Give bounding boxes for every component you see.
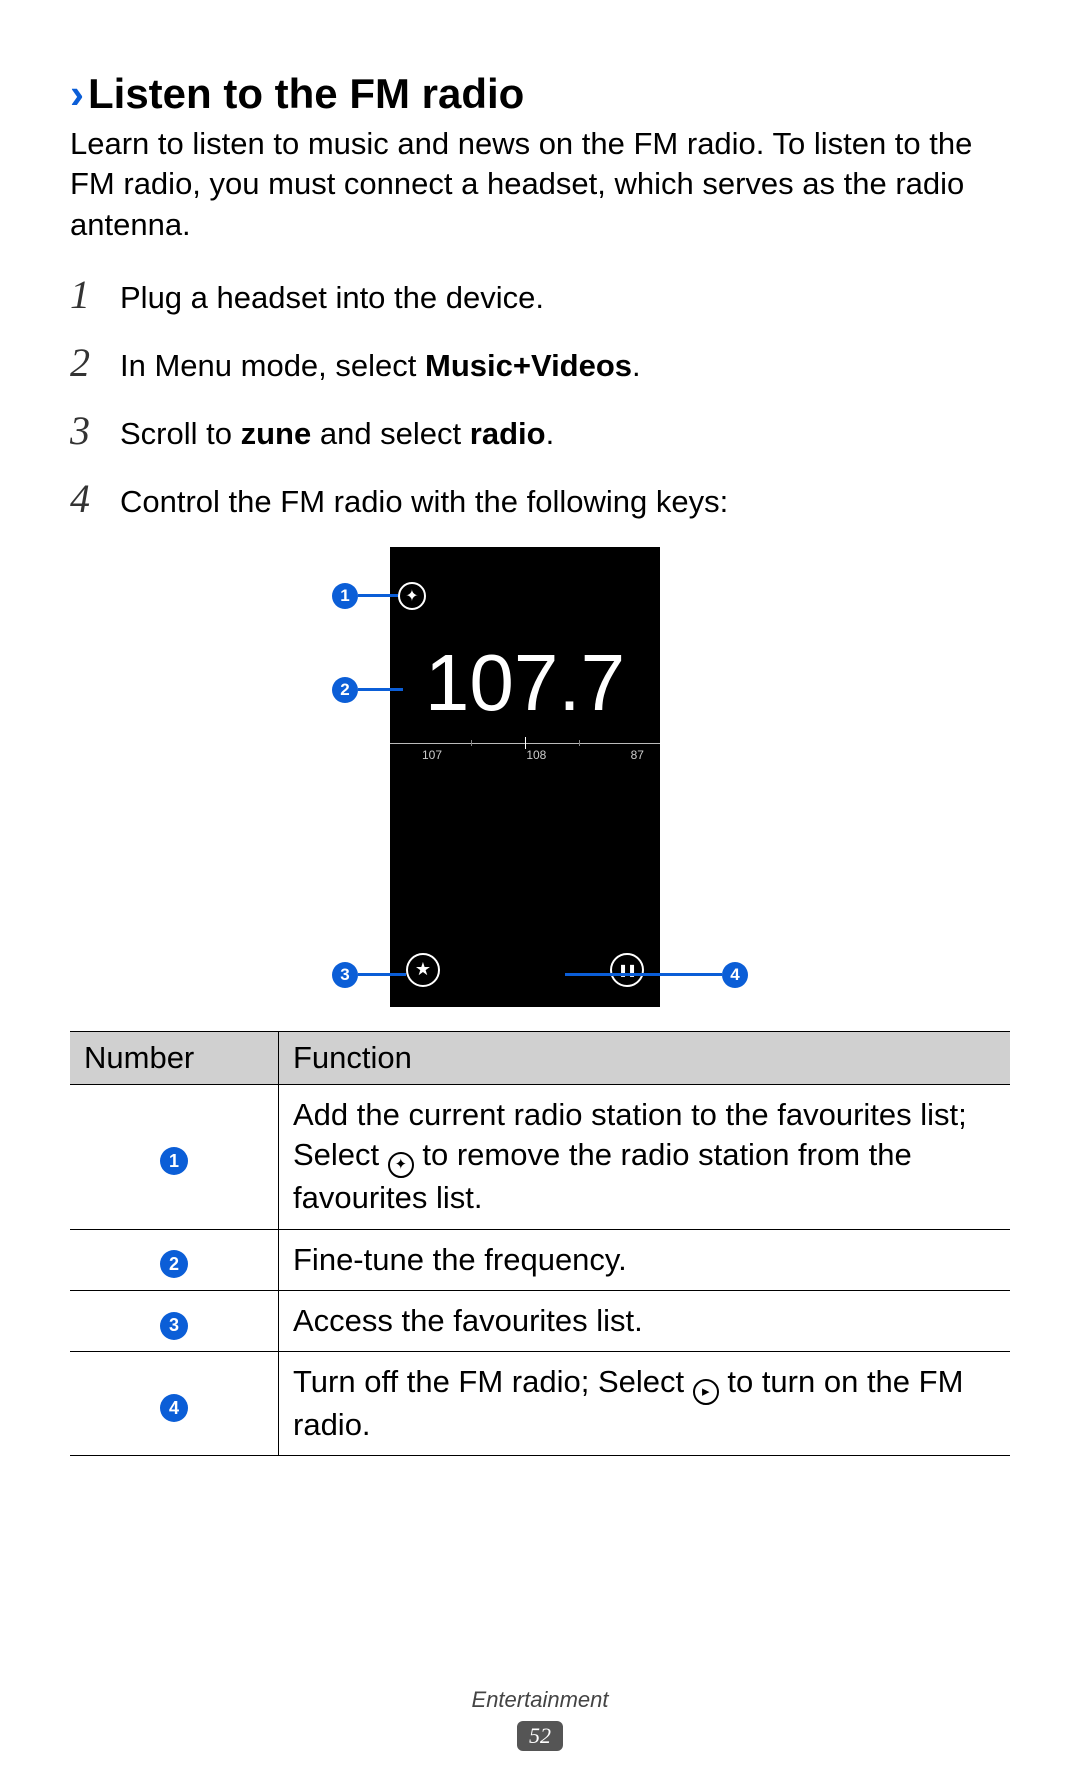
dial-label: 87 xyxy=(631,748,644,762)
section-intro: Learn to listen to music and news on the… xyxy=(70,124,1010,245)
lead-line xyxy=(565,973,722,976)
dial-label: 108 xyxy=(526,748,546,762)
callout-1: 1 xyxy=(332,583,358,609)
lead-line xyxy=(358,688,403,691)
callout-4: 4 xyxy=(722,962,748,988)
lead-line xyxy=(358,973,406,976)
table-row: 2 Fine-tune the frequency. xyxy=(70,1229,1010,1290)
step-number: 2 xyxy=(70,335,120,391)
table-row: 1 Add the current radio station to the f… xyxy=(70,1085,1010,1229)
row-number-badge: 3 xyxy=(160,1312,188,1340)
row-function: Access the favourites list. xyxy=(279,1290,1011,1351)
radio-figure: ✦ 107.7 107 108 87 ★ xyxy=(290,547,790,1017)
row-number-badge: 2 xyxy=(160,1250,188,1278)
col-function-header: Function xyxy=(279,1031,1011,1084)
section-title-text: Listen to the FM radio xyxy=(88,70,524,117)
page-number: 52 xyxy=(517,1721,563,1751)
remove-star-icon: ✦ xyxy=(388,1152,414,1178)
step-item: 3 Scroll to zune and select radio. xyxy=(70,403,1010,459)
step-list: 1 Plug a headset into the device. 2 In M… xyxy=(70,267,1010,527)
col-number-header: Number xyxy=(70,1031,279,1084)
table-row: 3 Access the favourites list. xyxy=(70,1290,1010,1351)
step-text: Control the FM radio with the following … xyxy=(120,480,728,523)
table-row: 4 Turn off the FM radio; Select ▸ to tur… xyxy=(70,1352,1010,1456)
function-table: Number Function 1 Add the current radio … xyxy=(70,1031,1010,1456)
row-number-badge: 4 xyxy=(160,1394,188,1422)
step-text: In Menu mode, select Music+Videos. xyxy=(120,344,641,387)
section-heading: ›Listen to the FM radio xyxy=(70,70,1010,118)
step-number: 1 xyxy=(70,267,120,323)
row-function: Add the current radio station to the fav… xyxy=(279,1085,1011,1229)
step-number: 4 xyxy=(70,471,120,527)
frequency-display: 107.7 xyxy=(390,637,660,729)
favourites-icon: ★ xyxy=(406,953,440,987)
row-function: Fine-tune the frequency. xyxy=(279,1229,1011,1290)
step-number: 3 xyxy=(70,403,120,459)
dial-label: 107 xyxy=(422,748,442,762)
table-header-row: Number Function xyxy=(70,1031,1010,1084)
lead-line xyxy=(358,594,398,597)
tuning-dial: 107 108 87 xyxy=(390,743,660,762)
callout-2: 2 xyxy=(332,677,358,703)
footer-category: Entertainment xyxy=(0,1687,1080,1713)
manual-page: ›Listen to the FM radio Learn to listen … xyxy=(0,0,1080,1771)
step-text: Scroll to zune and select radio. xyxy=(120,412,554,455)
figure-container: ✦ 107.7 107 108 87 ★ xyxy=(70,547,1010,1017)
step-text: Plug a headset into the device. xyxy=(120,276,544,319)
add-favourite-icon: ✦ xyxy=(398,582,426,610)
step-item: 1 Plug a headset into the device. xyxy=(70,267,1010,323)
phone-screenshot: ✦ 107.7 107 108 87 ★ xyxy=(390,547,660,1007)
row-function: Turn off the FM radio; Select ▸ to turn … xyxy=(279,1352,1011,1456)
chevron-icon: › xyxy=(70,70,84,117)
callout-3: 3 xyxy=(332,962,358,988)
step-item: 2 In Menu mode, select Music+Videos. xyxy=(70,335,1010,391)
row-number-badge: 1 xyxy=(160,1147,188,1175)
step-item: 4 Control the FM radio with the followin… xyxy=(70,471,1010,527)
play-icon: ▸ xyxy=(693,1379,719,1405)
pause-icon: ❚❚ xyxy=(610,953,644,987)
